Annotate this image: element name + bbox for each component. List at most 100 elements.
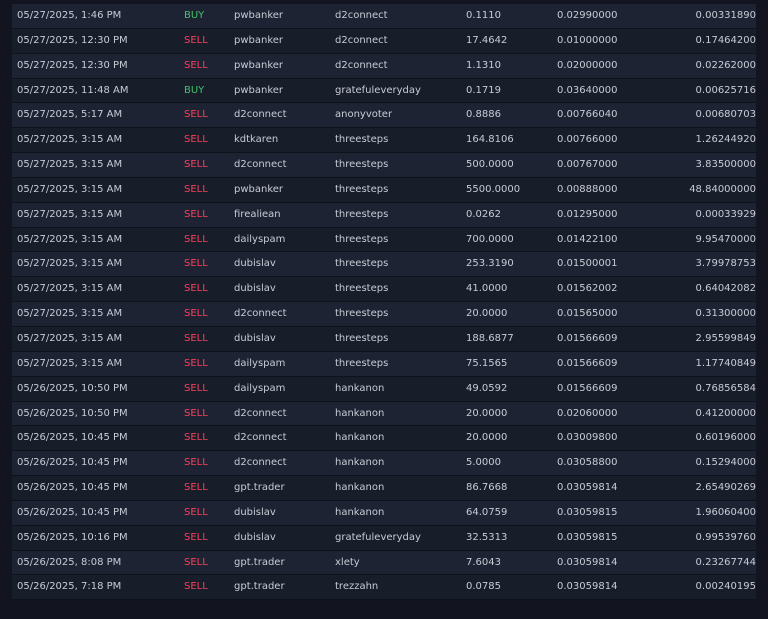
trade-buyer[interactable]: dubislav: [234, 252, 276, 277]
trade-seller[interactable]: d2connect: [335, 4, 388, 29]
trade-date: 05/26/2025, 10:45 PM: [17, 432, 128, 444]
trade-total: 0.41200000: [695, 407, 756, 419]
trade-buyer[interactable]: pwbanker: [234, 29, 283, 54]
trade-amount: 5500.0000: [466, 183, 521, 195]
trade-date: 05/27/2025, 3:15 AM: [17, 308, 123, 320]
trade-date: 05/27/2025, 3:15 AM: [17, 283, 123, 295]
trade-amount: 5.0000: [466, 457, 501, 469]
trade-buyer[interactable]: pwbanker: [234, 178, 283, 203]
trade-price: 0.02060000: [557, 407, 618, 419]
trade-price: 0.01422100: [557, 233, 618, 245]
trade-seller[interactable]: hankanon: [335, 451, 384, 476]
trade-seller[interactable]: d2connect: [335, 54, 388, 79]
trade-seller[interactable]: xlety: [335, 551, 360, 576]
trade-seller[interactable]: gratefuleveryday: [335, 79, 421, 104]
trade-amount: 253.3190: [466, 258, 514, 270]
trade-date: 05/27/2025, 1:46 PM: [17, 10, 122, 21]
trade-buyer[interactable]: dubislav: [234, 327, 276, 352]
trade-buyer[interactable]: gpt.trader: [234, 476, 285, 501]
trade-buyer[interactable]: dubislav: [234, 501, 276, 526]
trade-seller[interactable]: threesteps: [335, 228, 388, 253]
trade-seller[interactable]: gratefuleveryday: [335, 526, 421, 551]
trade-seller[interactable]: threesteps: [335, 128, 388, 153]
trade-seller[interactable]: anonyvoter: [335, 103, 392, 128]
table-row: 05/27/2025, 3:15 AM SELL dubislav threestep…: [12, 326, 756, 352]
trade-seller[interactable]: threesteps: [335, 302, 388, 327]
trade-type: SELL: [184, 258, 208, 270]
trade-seller[interactable]: d2connect: [335, 29, 388, 54]
trade-price: 0.00767000: [557, 159, 618, 171]
trade-seller[interactable]: hankanon: [335, 501, 384, 526]
trade-type: SELL: [184, 332, 208, 344]
trade-total: 0.00240195: [695, 581, 756, 593]
trade-type: SELL: [184, 407, 208, 419]
table-row: 05/27/2025, 11:48 AM BUY pwbanker gratefule…: [12, 78, 756, 104]
trade-price: 0.03059814: [557, 482, 618, 494]
trade-buyer[interactable]: d2connect: [234, 451, 287, 476]
trade-date: 05/26/2025, 7:18 PM: [17, 581, 122, 593]
trade-total: 0.60196000: [695, 432, 756, 444]
trade-seller[interactable]: threesteps: [335, 252, 388, 277]
trade-seller[interactable]: hankanon: [335, 402, 384, 427]
trade-amount: 0.0262: [466, 208, 501, 220]
table-row: 05/27/2025, 3:15 AM SELL dubislav threestep…: [12, 252, 756, 278]
trade-buyer[interactable]: dubislav: [234, 277, 276, 302]
trade-buyer[interactable]: dailyspam: [234, 377, 285, 402]
trade-amount: 75.1565: [466, 357, 508, 369]
trade-buyer[interactable]: gpt.trader: [234, 575, 285, 600]
trade-type: BUY: [184, 84, 205, 96]
trade-seller[interactable]: hankanon: [335, 426, 384, 451]
trade-buyer[interactable]: d2connect: [234, 302, 287, 327]
trade-type: SELL: [184, 183, 208, 195]
trade-total: 0.23267744: [695, 556, 756, 568]
trade-total: 9.95470000: [695, 233, 756, 245]
trade-amount: 20.0000: [466, 407, 508, 419]
trade-type: SELL: [184, 506, 208, 518]
trade-seller[interactable]: threesteps: [335, 352, 388, 377]
trade-buyer[interactable]: dailyspam: [234, 352, 285, 377]
trade-buyer[interactable]: kdtkaren: [234, 128, 278, 153]
trade-buyer[interactable]: dailyspam: [234, 228, 285, 253]
trade-amount: 86.7668: [466, 482, 508, 494]
trade-buyer[interactable]: pwbanker: [234, 79, 283, 104]
trade-type: SELL: [184, 159, 208, 171]
table-row: 05/26/2025, 10:45 PM SELL d2connect hankano…: [12, 426, 756, 452]
trade-seller[interactable]: threesteps: [335, 153, 388, 178]
trade-buyer[interactable]: dubislav: [234, 526, 276, 551]
trade-seller[interactable]: trezzahn: [335, 575, 378, 600]
trade-seller[interactable]: threesteps: [335, 178, 388, 203]
trade-date: 05/27/2025, 11:48 AM: [17, 84, 129, 96]
table-row: 05/26/2025, 10:16 PM SELL dubislav grateful…: [12, 525, 756, 551]
trade-seller[interactable]: hankanon: [335, 476, 384, 501]
trade-seller[interactable]: threesteps: [335, 277, 388, 302]
trade-buyer[interactable]: d2connect: [234, 103, 287, 128]
trade-buyer[interactable]: d2connect: [234, 426, 287, 451]
trade-buyer[interactable]: gpt.trader: [234, 551, 285, 576]
trade-buyer[interactable]: pwbanker: [234, 54, 283, 79]
trade-price: 0.00766000: [557, 134, 618, 146]
trade-price: 0.03059815: [557, 531, 618, 543]
trade-date: 05/27/2025, 3:15 AM: [17, 159, 123, 171]
trade-price: 0.01566609: [557, 332, 618, 344]
trade-date: 05/27/2025, 5:17 AM: [17, 109, 123, 121]
trade-amount: 17.4642: [466, 34, 508, 46]
trade-buyer[interactable]: firealiean: [234, 203, 281, 228]
trade-total: 0.76856584: [695, 382, 756, 394]
trade-total: 0.00033929: [695, 208, 756, 220]
trade-date: 05/27/2025, 3:15 AM: [17, 208, 123, 220]
trade-price: 0.00888000: [557, 183, 618, 195]
trade-buyer[interactable]: d2connect: [234, 402, 287, 427]
trade-total: 0.00680703: [695, 109, 756, 121]
trade-type: BUY: [184, 10, 205, 21]
trade-buyer[interactable]: pwbanker: [234, 4, 283, 29]
trade-seller[interactable]: threesteps: [335, 327, 388, 352]
table-row: 05/27/2025, 3:15 AM SELL firealiean threest…: [12, 202, 756, 228]
trade-seller[interactable]: threesteps: [335, 203, 388, 228]
trade-buyer[interactable]: d2connect: [234, 153, 287, 178]
table-row: 05/27/2025, 3:15 AM SELL kdtkaren threestep…: [12, 128, 756, 154]
table-row: 05/27/2025, 3:15 AM SELL dubislav threestep…: [12, 277, 756, 303]
trade-seller[interactable]: hankanon: [335, 377, 384, 402]
trade-total: 3.79978753: [695, 258, 756, 270]
trade-total: 0.02262000: [695, 59, 756, 71]
trade-price: 0.01000000: [557, 34, 618, 46]
